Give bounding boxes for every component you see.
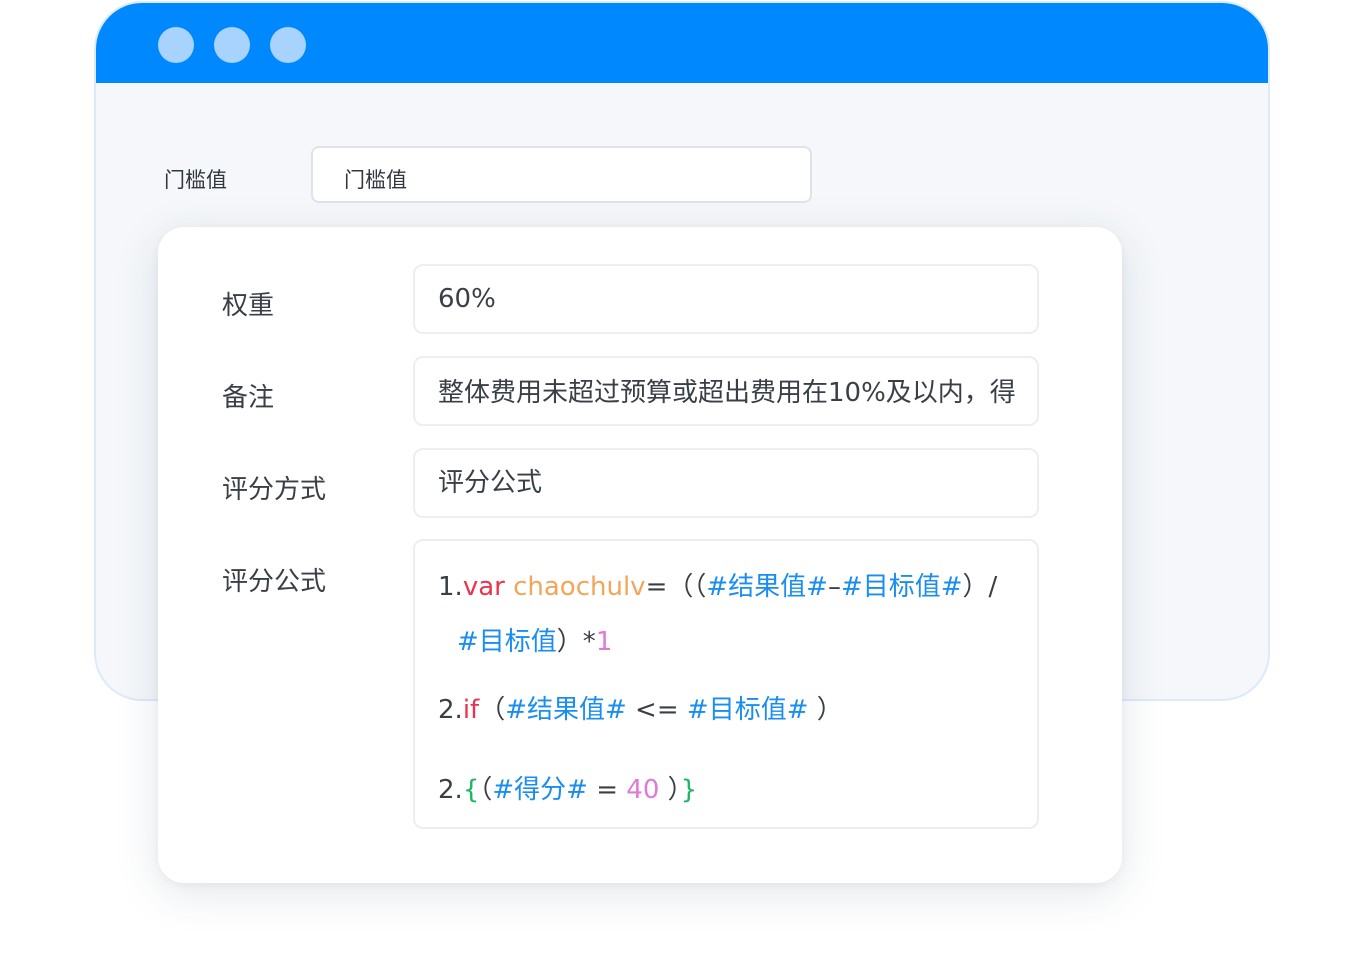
line3-equals: = (587, 775, 627, 805)
line2-result-token: #结果值# (505, 695, 627, 725)
line3-brace-open: { (462, 775, 480, 805)
line1-minus: – (827, 572, 841, 602)
window-dot-3[interactable] (270, 27, 306, 63)
line1-keyword: var (462, 572, 505, 602)
window-titlebar (96, 3, 1268, 83)
weight-field[interactable]: 60% (413, 264, 1039, 334)
scoring-method-label: 评分方式 (222, 475, 327, 505)
formula-label: 评分公式 (222, 567, 327, 597)
line3-brace-close: } (680, 775, 698, 805)
line2-target-token: #目标值# (686, 695, 809, 725)
line3-open: （ (479, 775, 493, 805)
line2-open: （ (479, 695, 506, 725)
formula-line-2: 2.if（#结果值# <= #目标值# ） (438, 694, 843, 726)
line1-target-token: #目标值# (840, 572, 963, 602)
line3-score-token: #得分# (492, 775, 588, 805)
line1-space (505, 572, 513, 602)
scoring-card: 权重 60% 备注 整体费用未超过预算或超出费用在10%及以内，得 评分方式 评… (158, 227, 1122, 883)
window-dot-2[interactable] (214, 27, 250, 63)
line1-variable: chaochulv (513, 572, 646, 602)
line3-number: 40 (626, 775, 660, 805)
scoring-method-field[interactable]: 评分公式 (413, 448, 1039, 518)
line1-prefix: 1. (438, 572, 463, 602)
line2-close: ） (808, 695, 843, 725)
threshold-input[interactable]: 门槛值 (311, 146, 812, 203)
window-dot-1[interactable] (158, 27, 194, 63)
formula-line-1b: #目标值）*1 (457, 626, 612, 658)
line1b-close-mult: ）* (556, 627, 596, 657)
threshold-label: 门槛值 (164, 168, 227, 192)
line1-open: =（（ (645, 572, 707, 602)
weight-label: 权重 (222, 291, 275, 321)
remark-label: 备注 (222, 383, 275, 413)
formula-line-1: 1.var chaochulv=（（#结果值#–#目标值#）/ (438, 571, 997, 603)
line2-prefix: 2. (438, 695, 463, 725)
remark-field[interactable]: 整体费用未超过预算或超出费用在10%及以内，得 (413, 356, 1039, 426)
line1-close-div: ）/ (962, 572, 998, 602)
line3-prefix: 2. (438, 775, 463, 805)
line2-keyword: if (462, 695, 480, 725)
formula-line-3: 2.{（#得分# = 40 ）} (438, 774, 697, 806)
formula-editor[interactable]: 1.var chaochulv=（（#结果值#–#目标值#）/ #目标值）*1 … (413, 539, 1039, 829)
line1-result-token: #结果值# (706, 572, 828, 602)
line1b-target-token: #目标值 (457, 627, 557, 657)
line2-compare: <= (626, 695, 687, 725)
line1b-number: 1 (595, 627, 613, 657)
line3-close: ） (659, 775, 681, 805)
